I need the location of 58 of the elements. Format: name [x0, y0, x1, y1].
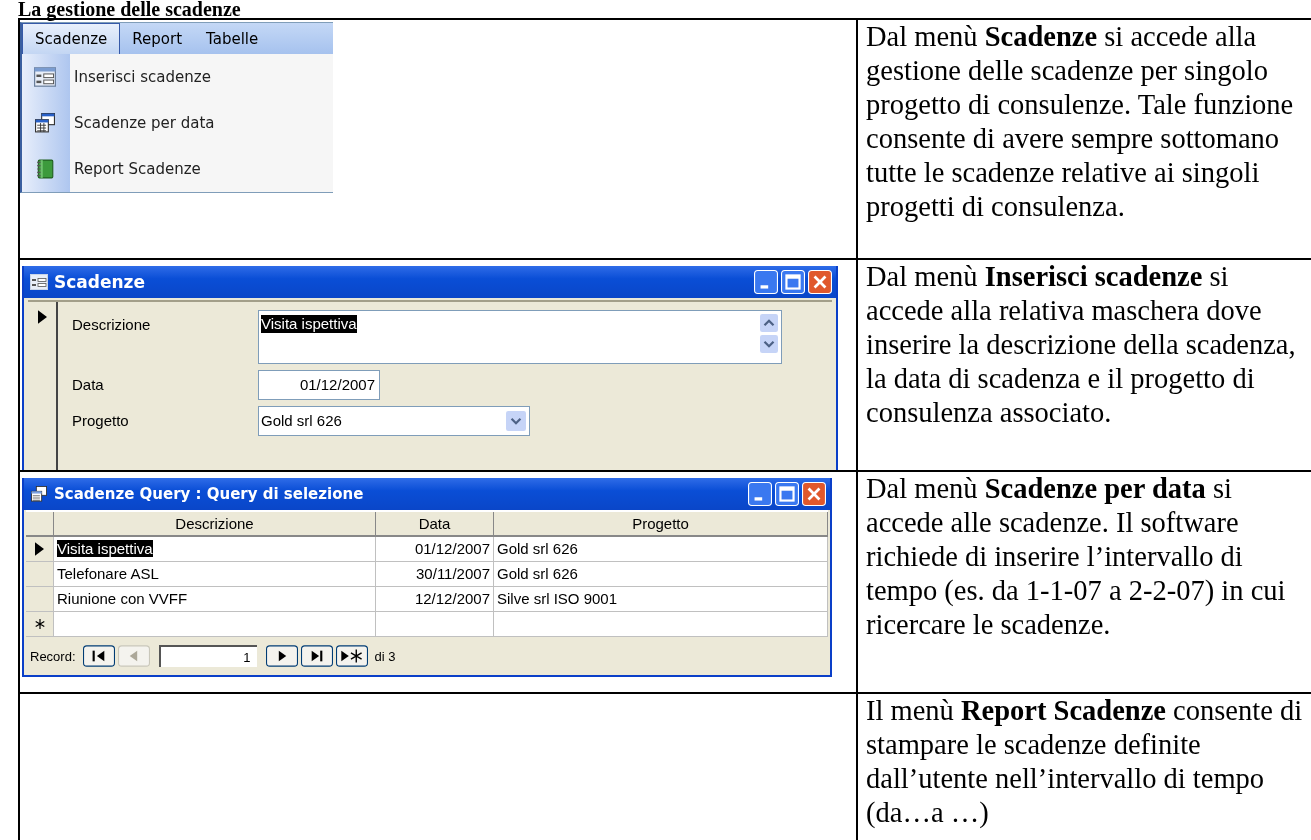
empty-cell[interactable]: [494, 612, 828, 637]
column-header[interactable]: Data: [376, 512, 494, 537]
next-record-button[interactable]: [265, 645, 298, 667]
column-header[interactable]: Descrizione: [54, 512, 376, 537]
datasheet-icon: [34, 113, 56, 133]
field-label: Descrizione: [71, 315, 152, 333]
table-cell: 30/11/2007: [416, 565, 490, 582]
close-button[interactable]: [808, 270, 832, 294]
table-cell: 01/12/2007: [414, 540, 490, 557]
column-header[interactable]: Progetto: [494, 512, 828, 537]
menu-tab[interactable]: Tabelle: [194, 23, 271, 54]
new-record-button[interactable]: [335, 645, 368, 667]
field-label: Progetto: [71, 411, 130, 429]
table-cell: Gold srl 626: [497, 565, 578, 582]
report-icon: [34, 159, 56, 179]
datasheet-icon: [30, 486, 48, 502]
row-selector[interactable]: [26, 612, 54, 637]
record-label: Record:: [30, 648, 76, 664]
date-field[interactable]: 01/12/2007: [258, 370, 380, 400]
last-record-button[interactable]: [300, 645, 333, 667]
minimize-button[interactable]: [754, 270, 778, 294]
text-area[interactable]: Visita ispettiva: [258, 310, 782, 364]
dropdown-field[interactable]: Gold srl 626: [258, 406, 530, 436]
window-title: Scadenze: [54, 272, 147, 292]
form-icon: [30, 274, 48, 290]
form-icon: [34, 67, 56, 87]
new-record-icon: [33, 618, 46, 630]
chevron-down-icon[interactable]: [506, 411, 526, 431]
menu-item[interactable]: Inserisci scadenze: [74, 68, 211, 86]
scroll-down-icon[interactable]: [760, 335, 778, 353]
table-cell: Visita ispettiva: [57, 540, 153, 557]
row-selector[interactable]: [26, 537, 54, 562]
table-cell: Silve srl ISO 9001: [497, 590, 618, 607]
menu-tab[interactable]: Report: [120, 23, 195, 54]
field-label: Data: [71, 375, 105, 393]
description-text: Dal menù Scadenze per data si accede alle scadenze. Il software richiede di inserire l’intervallo di tempo (es. da 1-1-07 a 2-2-07) in cui ricercare le scadenze.: [866, 472, 1287, 642]
description-text: Il menù Report Scadenze consente di stampare le scadenze definite dall’utente nell’intervallo di tempo (da…a …): [866, 694, 1304, 830]
window-title: Scadenze Query : Query di selezione: [54, 485, 365, 503]
menu-tab[interactable]: Scadenze: [22, 23, 121, 54]
current-record-icon: [38, 310, 47, 324]
table-cell: Telefonare ASL: [57, 565, 159, 582]
menu-item[interactable]: Scadenze per data: [74, 114, 215, 132]
first-record-button[interactable]: [82, 645, 115, 667]
current-record-icon: [35, 542, 44, 556]
empty-cell[interactable]: [376, 612, 494, 637]
record-number-field[interactable]: 1: [158, 645, 257, 667]
maximize-button[interactable]: [775, 482, 799, 506]
scroll-up-icon[interactable]: [760, 314, 778, 332]
table-cell: Riunione con VVFF: [57, 590, 188, 607]
minimize-button[interactable]: [748, 482, 772, 506]
maximize-button[interactable]: [781, 270, 805, 294]
description-text: Dal menù Scadenze si accede alla gestione delle scadenze per singolo progetto di consulenze. Tale funzione consente di avere sempre sottomano tutte le scadenze relative ai singoli progetti di consulenza.: [866, 20, 1295, 224]
record-count: di 3: [374, 648, 396, 664]
description-text: Dal menù Inserisci scadenze si accede alla relativa maschera dove inserire la descrizione della scadenza, la data di scadenza e il progetto di consulenza associato.: [866, 260, 1297, 430]
menu-item[interactable]: Report Scadenze: [74, 160, 201, 178]
close-button[interactable]: [802, 482, 826, 506]
table-cell: Gold srl 626: [497, 540, 578, 557]
table-cell: 12/12/2007: [414, 590, 490, 607]
